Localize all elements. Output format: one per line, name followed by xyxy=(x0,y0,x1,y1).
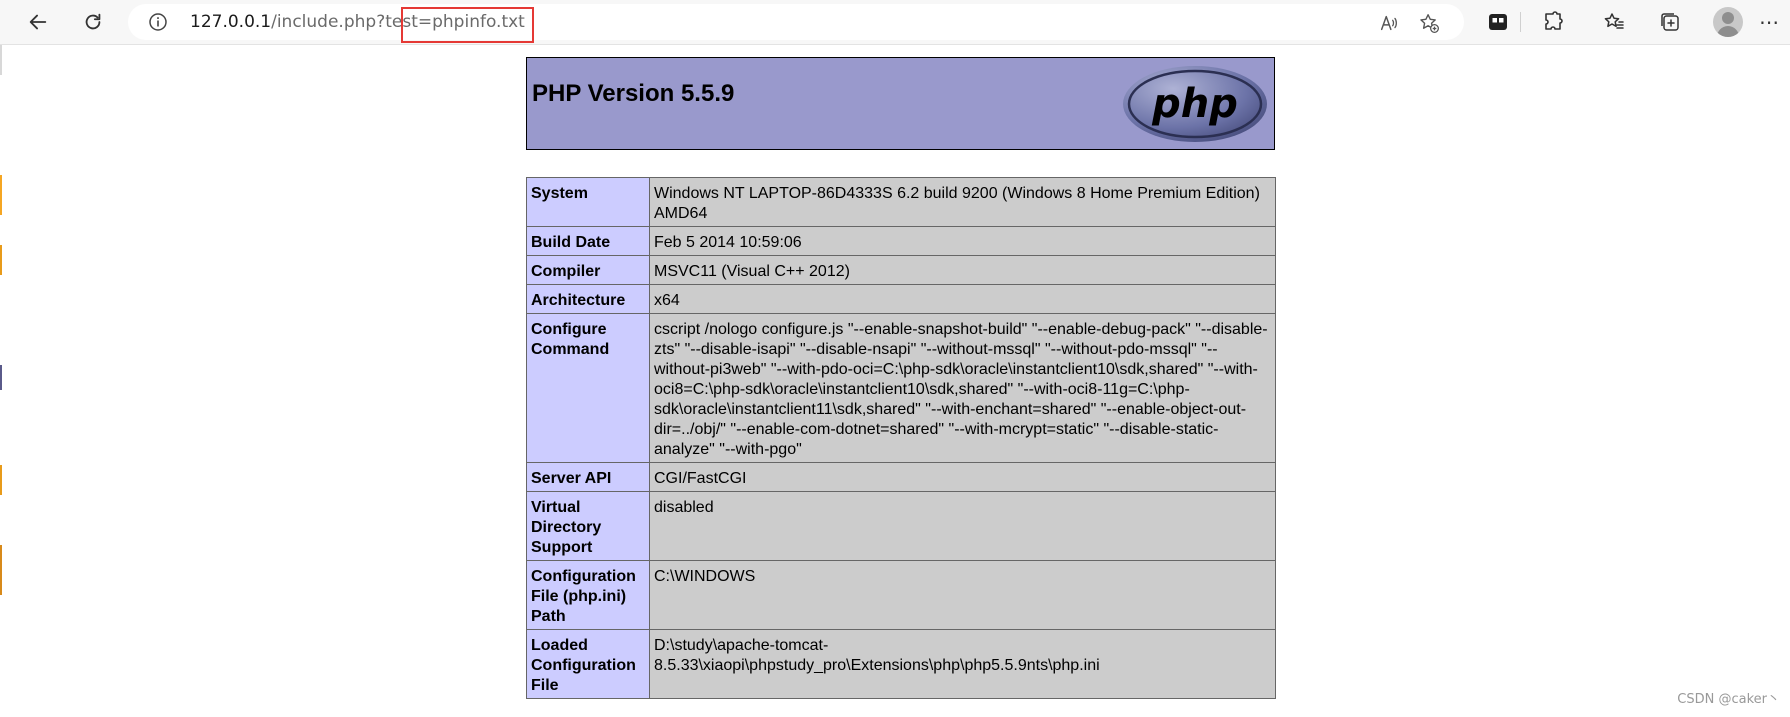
url-host: 127.0.0.1 xyxy=(190,12,272,32)
collections-button[interactable] xyxy=(1656,8,1684,36)
collections-icon xyxy=(1661,13,1679,31)
row-value: D:\study\apache-tomcat-8.5.33\xiaopi\php… xyxy=(649,629,1276,699)
table-row: Server API CGI/FastCGI xyxy=(526,462,1276,492)
table-row: Loaded Configuration File D:\study\apache… xyxy=(526,629,1276,699)
profile-avatar[interactable] xyxy=(1713,7,1743,37)
php-logo-text: php xyxy=(1151,81,1238,127)
row-value: MSVC11 (Visual C++ 2012) xyxy=(649,255,1276,285)
row-key: Build Date xyxy=(526,226,650,256)
row-key: Virtual Directory Support xyxy=(526,491,650,561)
ellipsis-icon: ⋯ xyxy=(1759,10,1779,34)
php-version-title: PHP Version 5.5.9 xyxy=(532,80,735,107)
row-key: Compiler xyxy=(526,255,650,285)
php-info-table: System Windows NT LAPTOP-86D4333S 6.2 bui… xyxy=(526,177,1276,699)
table-row: Configure Command cscript /nologo configu… xyxy=(526,313,1276,463)
refresh-button[interactable] xyxy=(75,6,111,38)
watermark: CSDN @caker丶 xyxy=(1677,692,1780,707)
puzzle-icon xyxy=(1545,11,1563,30)
url-param-highlight xyxy=(401,7,534,43)
add-favorite-button[interactable] xyxy=(1418,12,1440,34)
table-row: Architecture x64 xyxy=(526,284,1276,314)
row-key: Server API xyxy=(526,462,650,492)
row-key: System xyxy=(526,177,650,227)
row-value: disabled xyxy=(649,491,1276,561)
row-value: CGI/FastCGI xyxy=(649,462,1276,492)
table-row: Configuration File (php.ini) Path C:\WIND… xyxy=(526,560,1276,630)
more-menu-button[interactable]: ⋯ xyxy=(1755,8,1783,36)
back-button[interactable] xyxy=(20,6,56,38)
address-bar[interactable]: 127.0.0.1/include.php?test=phpinfo.txt xyxy=(128,4,1464,40)
avatar-head xyxy=(1722,12,1734,24)
row-key: Configure Command xyxy=(526,313,650,463)
extension-button[interactable] xyxy=(1484,8,1512,36)
row-value: x64 xyxy=(649,284,1276,314)
php-version-header: PHP Version 5.5.9 php xyxy=(526,57,1275,150)
star-add-icon xyxy=(1420,14,1439,33)
app-extension-icon xyxy=(1489,14,1507,30)
row-key: Loaded Configuration File xyxy=(526,629,650,699)
site-info-icon[interactable] xyxy=(148,12,168,32)
row-value: C:\WINDOWS xyxy=(649,560,1276,630)
php-info-table-body: System Windows NT LAPTOP-86D4333S 6.2 bui… xyxy=(526,177,1276,699)
refresh-icon xyxy=(85,13,101,30)
table-row: Build Date Feb 5 2014 10:59:06 xyxy=(526,226,1276,256)
favorites-star-icon xyxy=(1604,13,1624,29)
favorites-button[interactable] xyxy=(1600,8,1628,36)
php-logo: php xyxy=(1123,66,1267,142)
page-content: PHP Version 5.5.9 php System Windows NT L… xyxy=(0,45,1790,717)
row-value: cscript /nologo configure.js "--enable-s… xyxy=(649,313,1276,463)
table-row: Compiler MSVC11 (Visual C++ 2012) xyxy=(526,255,1276,285)
row-key: Architecture xyxy=(526,284,650,314)
toolbar-separator xyxy=(1520,12,1521,32)
row-value: Feb 5 2014 10:59:06 xyxy=(649,226,1276,256)
browser-toolbar: 127.0.0.1/include.php?test=phpinfo.txt ⋯ xyxy=(0,0,1790,45)
back-arrow-icon xyxy=(29,14,47,30)
row-key: Configuration File (php.ini) Path xyxy=(526,560,650,630)
table-row: Virtual Directory Support disabled xyxy=(526,491,1276,561)
read-aloud-button[interactable] xyxy=(1378,12,1400,34)
avatar-body xyxy=(1717,26,1739,37)
left-window-edge xyxy=(0,45,2,717)
extensions-button[interactable] xyxy=(1539,8,1567,36)
row-value: Windows NT LAPTOP-86D4333S 6.2 build 920… xyxy=(649,177,1276,227)
table-row: System Windows NT LAPTOP-86D4333S 6.2 bui… xyxy=(526,177,1276,227)
read-aloud-icon xyxy=(1380,15,1397,31)
